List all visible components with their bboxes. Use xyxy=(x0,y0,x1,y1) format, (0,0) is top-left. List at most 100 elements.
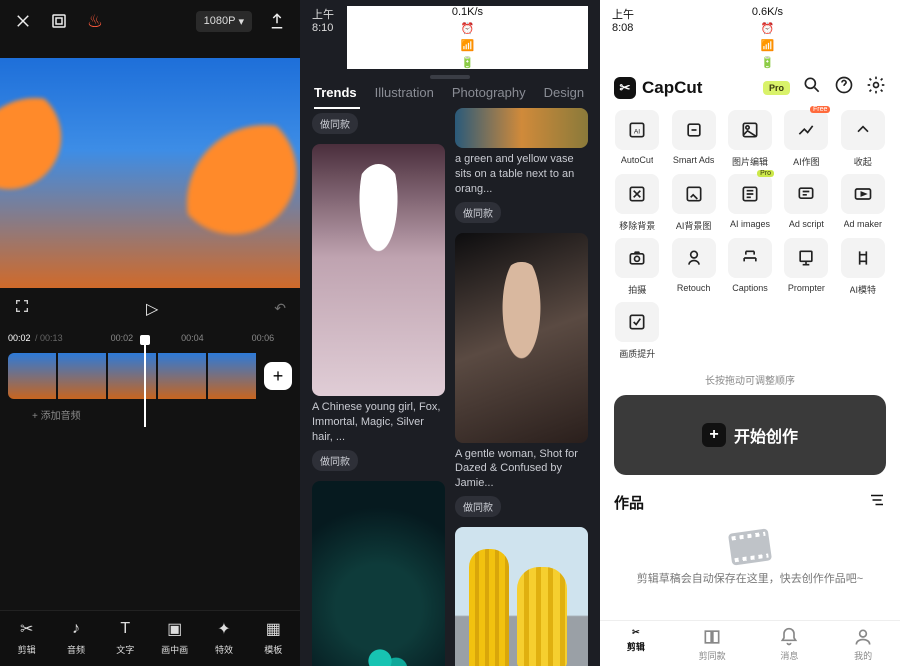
grid-tool-Captions[interactable]: Captions xyxy=(723,238,777,296)
create-button[interactable]: + 开始创作 xyxy=(614,395,886,475)
make-same-button[interactable]: 做同款 xyxy=(312,450,358,471)
status-net: 0.1K/s xyxy=(452,6,483,18)
ruler-mark: 00:06 xyxy=(252,333,275,343)
empty-text: 剪辑草稿会自动保存在这里，快去创作作品吧~ xyxy=(630,571,870,588)
grid-tool-AI模特[interactable]: AI模特 xyxy=(836,238,890,296)
timeline[interactable]: + + 添加音频 xyxy=(0,347,300,427)
tool-grid: AIAutoCutSmart Ads图片编辑FreeAI作图收起移除背景AI背景… xyxy=(600,108,900,366)
make-same-button[interactable]: 做同款 xyxy=(312,113,358,134)
add-clip-button[interactable]: + xyxy=(264,362,292,390)
capcut-home-panel: 上午8:08 0.6K/s ⏰ 📶 🔋 ✂ CapCut Pro xyxy=(600,0,900,666)
play-button[interactable]: ▷ xyxy=(146,299,158,319)
grid-tool-Ad maker[interactable]: Ad maker xyxy=(836,174,890,232)
close-icon[interactable] xyxy=(12,10,34,32)
time-current: 00:02 xyxy=(8,333,31,343)
grid-tool-收起[interactable]: 收起 xyxy=(836,110,890,168)
tool-label: 收起 xyxy=(854,155,872,168)
playhead[interactable] xyxy=(144,341,146,427)
grid-tool-AI images[interactable]: ProAI images xyxy=(723,174,777,232)
tool-pip[interactable]: ▣ 画中画 xyxy=(153,619,197,656)
grid-tool-画质提升[interactable]: 画质提升 xyxy=(610,302,664,360)
clip-thumb[interactable] xyxy=(58,353,106,399)
tool-label: Retouch xyxy=(677,283,711,293)
category-tabs: Trends Illustration Photography Design xyxy=(300,85,600,108)
tab-messages[interactable]: 消息 xyxy=(779,627,799,662)
sort-icon[interactable] xyxy=(868,491,886,513)
templates-icon xyxy=(702,627,722,647)
tab-photography[interactable]: Photography xyxy=(452,85,526,100)
grid-tool-Prompter[interactable]: Prompter xyxy=(779,238,833,296)
tool-icon xyxy=(784,174,828,214)
timeline-ruler: 00:02 / 00:13 00:02 00:04 00:06 xyxy=(0,329,300,345)
content-card[interactable]: a green and yellow vase sits on a table … xyxy=(455,108,588,223)
tool-fx[interactable]: ✦ 特效 xyxy=(202,619,246,656)
tool-label: AI模特 xyxy=(850,283,877,296)
status-bar: 上午8:10 0.1K/s ⏰ 📶 🔋 xyxy=(300,0,600,71)
card-image[interactable] xyxy=(312,481,445,666)
tool-icon xyxy=(841,110,885,150)
tool-cut[interactable]: ✂ 剪辑 xyxy=(5,619,49,656)
film-icon xyxy=(728,528,772,565)
content-card[interactable]: A gentle woman, Shot for Dazed & Confuse… xyxy=(455,233,588,518)
fullscreen-icon[interactable] xyxy=(14,298,30,319)
card-image[interactable] xyxy=(455,527,588,666)
help-icon[interactable] xyxy=(834,75,854,100)
clip-thumb[interactable] xyxy=(158,353,206,399)
tab-trends[interactable]: Trends xyxy=(314,85,357,100)
card-image[interactable] xyxy=(312,144,445,396)
aspect-ratio-icon[interactable] xyxy=(48,10,70,32)
tab-design[interactable]: Design xyxy=(544,85,584,100)
export-icon[interactable] xyxy=(266,10,288,32)
create-label: 开始创作 xyxy=(734,423,798,447)
scissors-icon: ✂ xyxy=(17,619,37,639)
grid-tool-拍摄[interactable]: 拍摄 xyxy=(610,238,664,296)
status-time: 上午8:08 xyxy=(612,6,647,69)
grid-tool-AI作图[interactable]: FreeAI作图 xyxy=(779,110,833,168)
editor-panel: ♨ 1080P ▾ ▷ ↶ 00:02 / 00:1 xyxy=(0,0,300,666)
content-card[interactable]: Tokyo coloured living, on the street, ye… xyxy=(455,527,588,666)
tool-icon: Free xyxy=(784,110,828,150)
clip-thumb[interactable] xyxy=(8,353,56,399)
editor-topbar: ♨ 1080P ▾ xyxy=(0,0,300,42)
grid-tool-AutoCut[interactable]: AIAutoCut xyxy=(610,110,664,168)
content-grid[interactable]: 做同款 A Chinese young girl, Fox, Immortal,… xyxy=(300,108,600,666)
flame-icon[interactable]: ♨ xyxy=(84,10,106,32)
grid-tool-图片编辑[interactable]: 图片编辑 xyxy=(723,110,777,168)
undo-icon[interactable]: ↶ xyxy=(274,300,286,317)
transport-bar: ▷ ↶ xyxy=(0,288,300,329)
drag-handle[interactable] xyxy=(430,75,470,79)
make-same-button[interactable]: 做同款 xyxy=(455,202,501,223)
search-icon[interactable] xyxy=(802,75,822,100)
settings-icon[interactable] xyxy=(866,75,886,100)
grid-tool-Smart Ads[interactable]: Smart Ads xyxy=(666,110,720,168)
content-card[interactable]: 做同款 xyxy=(312,108,445,134)
tab-edit[interactable]: ✂ 剪辑 xyxy=(627,627,645,662)
status-bar: 上午8:08 0.6K/s ⏰ 📶 🔋 xyxy=(600,0,900,71)
tool-audio[interactable]: ♪ 音频 xyxy=(54,619,98,656)
content-card[interactable]: A Chinese young girl, Fox, Immortal, Mag… xyxy=(312,144,445,471)
tool-text[interactable]: T 文字 xyxy=(103,619,147,656)
tool-label: 音频 xyxy=(67,643,85,656)
tool-template[interactable]: ▦ 模板 xyxy=(251,619,295,656)
card-image[interactable] xyxy=(455,108,588,148)
grid-tool-AI背景图[interactable]: AI背景图 xyxy=(666,174,720,232)
resolution-selector[interactable]: 1080P ▾ xyxy=(196,11,252,32)
content-card[interactable] xyxy=(312,481,445,666)
clip-thumb[interactable] xyxy=(108,353,156,399)
add-audio-button[interactable]: + 添加音频 xyxy=(32,407,81,422)
video-preview[interactable] xyxy=(0,58,300,288)
make-same-button[interactable]: 做同款 xyxy=(455,496,501,517)
tab-same[interactable]: 剪同款 xyxy=(699,627,726,662)
grid-tool-Retouch[interactable]: Retouch xyxy=(666,238,720,296)
grid-tool-移除背景[interactable]: 移除背景 xyxy=(610,174,664,232)
pro-badge[interactable]: Pro xyxy=(763,81,790,95)
tab-me[interactable]: 我的 xyxy=(853,627,873,662)
tool-label: Prompter xyxy=(788,283,825,293)
clip-thumb[interactable] xyxy=(208,353,256,399)
card-image[interactable] xyxy=(455,233,588,443)
video-track[interactable]: + xyxy=(8,353,292,399)
alarm-icon: ⏰ xyxy=(761,22,775,35)
plus-icon: + xyxy=(702,423,726,447)
grid-tool-Ad script[interactable]: Ad script xyxy=(779,174,833,232)
tab-illustration[interactable]: Illustration xyxy=(375,85,434,100)
